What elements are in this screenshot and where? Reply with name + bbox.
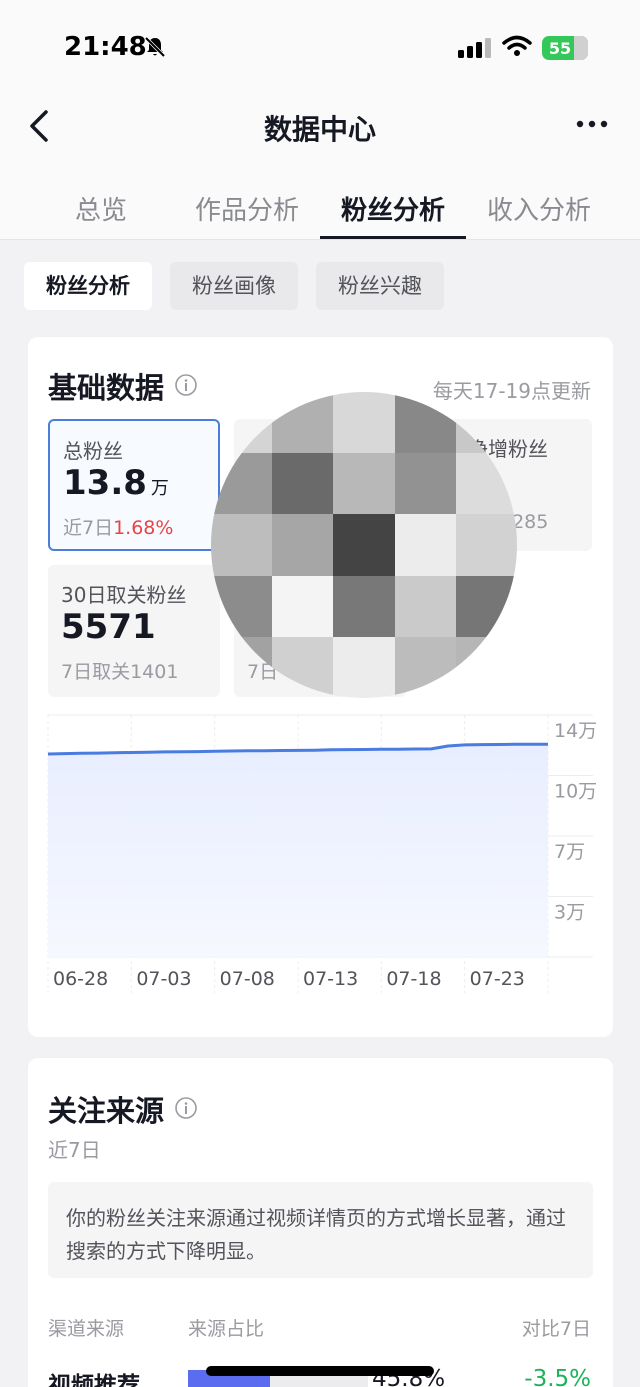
wifi-icon xyxy=(502,35,532,56)
column-share: 来源占比 xyxy=(188,1318,265,1340)
main-tabs: 总览 作品分析 粉丝分析 收入分析 xyxy=(0,186,640,240)
follow-source-title: 关注来源 xyxy=(48,1094,165,1128)
tab-income-analysis[interactable]: 收入分析 xyxy=(466,190,612,227)
period-label: 近7日 xyxy=(48,1138,101,1162)
x-tick-label: 07-03 xyxy=(136,968,191,990)
stat-sub: 7日取关1401 xyxy=(61,661,179,683)
y-tick-label: 10万 xyxy=(554,781,597,803)
x-tick-label: 07-13 xyxy=(303,968,358,990)
battery-indicator: 55 xyxy=(542,36,588,60)
y-tick-label: 7万 xyxy=(554,841,585,863)
series-area xyxy=(48,744,548,957)
stat-sub: 近7日1.68% xyxy=(63,517,174,539)
update-note: 每天17-19点更新 xyxy=(432,379,591,403)
stat-label: 30日取关粉丝 xyxy=(61,583,187,607)
x-tick-label: 07-08 xyxy=(220,968,275,990)
more-options-icon[interactable] xyxy=(572,112,612,136)
source-compare-value: -3.5% xyxy=(524,1366,591,1387)
x-tick-label: 07-18 xyxy=(386,968,441,990)
bell-off-icon xyxy=(144,36,166,58)
basic-data-title: 基础数据 xyxy=(48,371,165,405)
column-channel: 渠道来源 xyxy=(48,1318,125,1340)
y-tick-label: 3万 xyxy=(554,902,585,924)
cellular-signal-icon xyxy=(458,38,491,58)
subtab-fans-interest[interactable]: 粉丝兴趣 xyxy=(316,262,444,310)
active-tab-indicator xyxy=(320,236,466,239)
total-fans-chart: 14万 10万 7万 3万 06-28 07-03 07-08 07-13 07-18 07-23 xyxy=(47,714,597,993)
follow-source-card: 关注来源 近7日 你的粉丝关注来源通过视频详情页的方式增长显著，通过搜索的方式下… xyxy=(28,1058,613,1387)
info-icon[interactable] xyxy=(174,1096,198,1120)
subtab-fans-portrait[interactable]: 粉丝画像 xyxy=(170,262,298,310)
status-bar: 21:48 55 xyxy=(0,0,640,90)
tab-fans-analysis[interactable]: 粉丝分析 xyxy=(320,190,466,227)
x-tick-label: 07-23 xyxy=(470,968,525,990)
stat-value: 13.8 万 xyxy=(63,463,169,503)
page-title: 数据中心 xyxy=(263,113,376,146)
battery-level: 55 xyxy=(548,38,572,58)
stat-label: 总粉丝 xyxy=(63,439,123,463)
navigation-header: 数据中心 总览 作品分析 粉丝分析 收入分析 xyxy=(0,90,640,240)
y-tick-label: 14万 xyxy=(554,720,597,742)
stat-value: 5571 xyxy=(61,607,156,647)
subtab-fans-analysis[interactable]: 粉丝分析 xyxy=(24,262,152,310)
x-tick-label: 06-28 xyxy=(53,968,108,990)
stat-30d-unfollow[interactable]: 30日取关粉丝 5571 7日取关1401 xyxy=(48,565,220,697)
source-row-label: 视频推荐 xyxy=(48,1373,140,1387)
column-compare: 对比7日 xyxy=(521,1318,591,1340)
home-indicator xyxy=(206,1366,434,1376)
stat-total-fans[interactable]: 总粉丝 13.8 万 近7日1.68% xyxy=(48,419,220,551)
status-time: 21:48 xyxy=(64,32,147,62)
basic-data-card: 基础数据 每天17-19点更新 总粉丝 13.8 万 近7日1.68% 净增粉丝 … xyxy=(28,337,613,1037)
tab-overview[interactable]: 总览 xyxy=(28,190,174,227)
tab-works-analysis[interactable]: 作品分析 xyxy=(174,190,320,227)
insight-text: 你的粉丝关注来源通过视频详情页的方式增长显著，通过搜索的方式下降明显。 xyxy=(48,1182,593,1278)
privacy-mosaic xyxy=(211,392,517,698)
info-icon[interactable] xyxy=(174,373,198,397)
